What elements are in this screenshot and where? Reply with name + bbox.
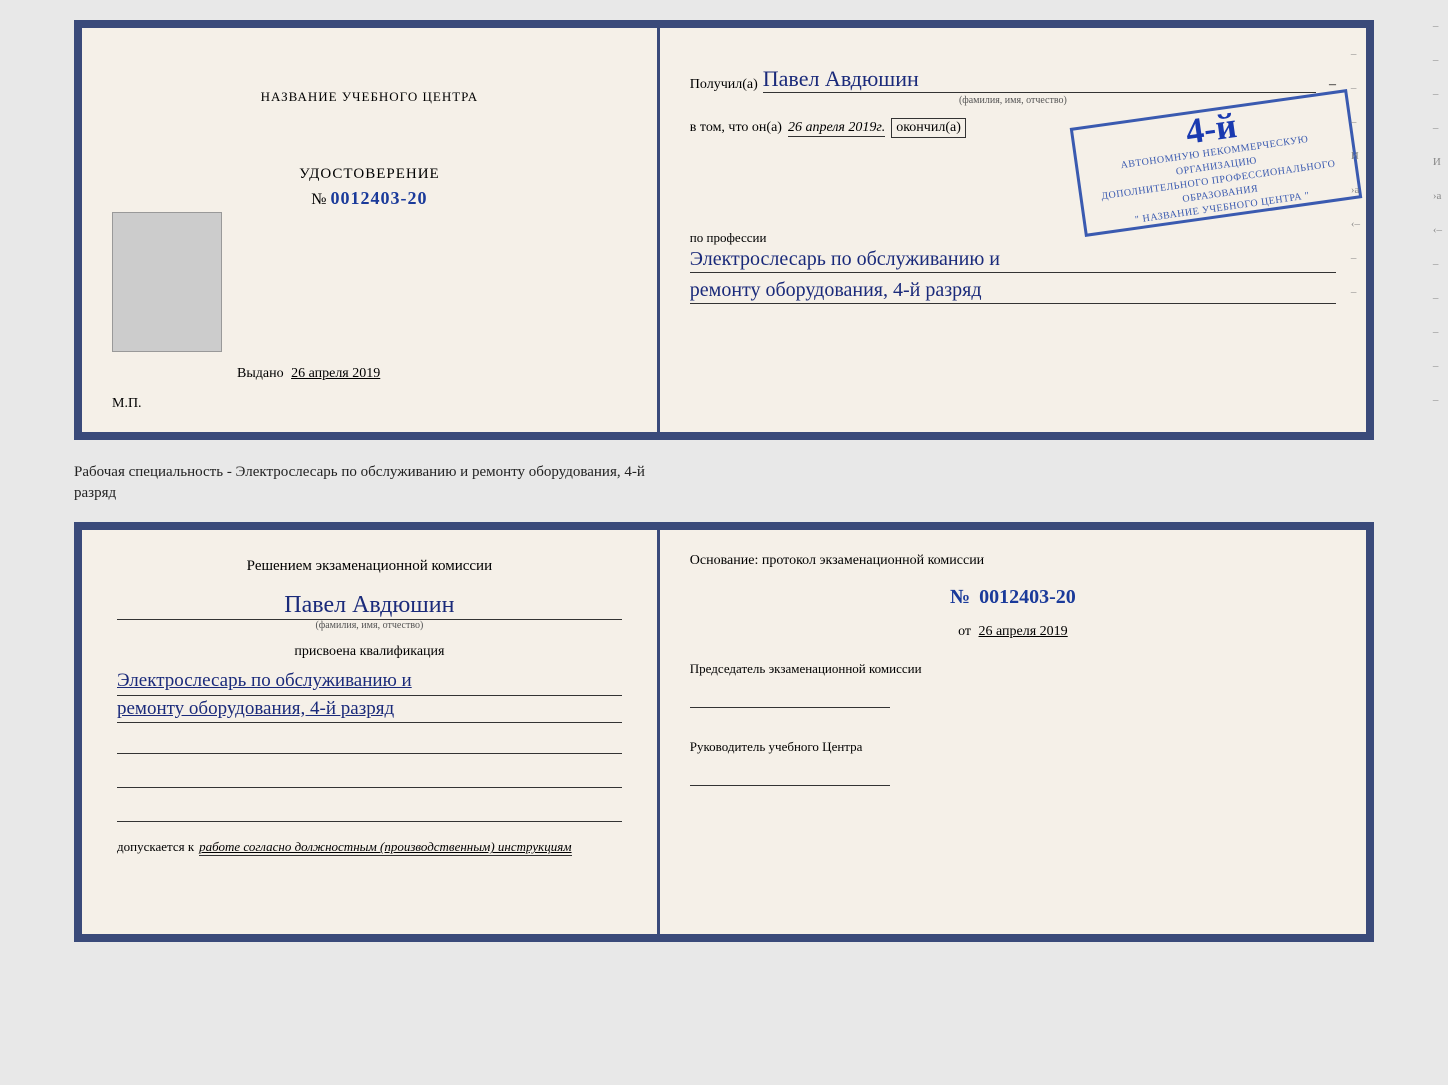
bottom-document: Решением экзаменационной комиссии Павел … bbox=[74, 522, 1374, 942]
top-center-title: НАЗВАНИЕ УЧЕБНОГО ЦЕНТРА bbox=[261, 88, 478, 106]
separator-text2: разряд bbox=[74, 485, 116, 501]
separator-text: Рабочая специальность - Электрослесарь п… bbox=[74, 464, 645, 480]
profession-block: по профессии Электрослесарь по обслужива… bbox=[690, 230, 1336, 304]
bottom-doc-right: Основание: протокол экзаменационной коми… bbox=[660, 530, 1366, 934]
qualification-section: Электрослесарь по обслуживанию и ремонту… bbox=[117, 668, 622, 723]
osnование-text: Основание: протокол экзаменационной коми… bbox=[690, 550, 1336, 571]
profession-label: по профессии bbox=[690, 230, 1336, 246]
stamp: 4-й АВТОНОМНУЮ НЕКОММЕРЧЕСКУЮ ОРГАНИЗАЦИ… bbox=[1070, 89, 1363, 237]
qualification-value1: Электрослесарь по обслуживанию и bbox=[117, 668, 622, 696]
recipient-name: Павел Авдюшин bbox=[763, 68, 1316, 93]
cert-number: 0012403-20 bbox=[331, 188, 428, 209]
blank-line-2 bbox=[117, 768, 622, 788]
ot-prefix: от bbox=[958, 624, 971, 639]
separator-label: Рабочая специальность - Электрослесарь п… bbox=[74, 456, 1374, 506]
protocol-prefix: № bbox=[950, 586, 970, 608]
protocol-number: № 0012403-20 bbox=[690, 586, 1336, 609]
commission-title: Решением экзаменационной комиссии bbox=[117, 555, 622, 578]
dopusk-line: допускается к работе согласно должностны… bbox=[117, 839, 622, 856]
protocol-num: 0012403-20 bbox=[979, 586, 1076, 608]
ot-line: от 26 апреля 2019 bbox=[690, 624, 1336, 640]
top-doc-right: Получил(а) Павел Авдюшин – (фамилия, имя… bbox=[660, 28, 1366, 432]
ot-date: 26 апреля 2019 bbox=[979, 624, 1068, 639]
bottom-doc-left: Решением экзаменационной комиссии Павел … bbox=[82, 530, 660, 934]
blank-line-3 bbox=[117, 802, 622, 822]
vtom-date: 26 апреля 2019г. bbox=[788, 120, 885, 137]
recipient-prefix: Получил(а) bbox=[690, 77, 758, 93]
bottom-right-edge-marks: – – – – И ›а ‹– – – – – – bbox=[1433, 20, 1442, 406]
recipient-section: Получил(а) Павел Авдюшин – (фамилия, имя… bbox=[690, 58, 1336, 106]
chairman-sig-line bbox=[690, 683, 890, 708]
cert-number-block: УДОСТОВЕРЕНИЕ № 0012403-20 bbox=[299, 166, 440, 209]
top-doc-left: НАЗВАНИЕ УЧЕБНОГО ЦЕНТРА УДОСТОВЕРЕНИЕ №… bbox=[82, 28, 660, 432]
dopusk-value: работе согласно должностным (производств… bbox=[199, 839, 571, 856]
top-document: НАЗВАНИЕ УЧЕБНОГО ЦЕНТРА УДОСТОВЕРЕНИЕ №… bbox=[74, 20, 1374, 440]
okoncil-label: окончил(а) bbox=[891, 118, 966, 138]
vtom-prefix: в том, что он(а) bbox=[690, 120, 782, 136]
head-label: Руководитель учебного Центра bbox=[690, 738, 1336, 756]
issued-line: Выдано 26 апреля 2019 bbox=[237, 366, 380, 382]
person-section: Павел Авдюшин (фамилия, имя, отчество) bbox=[117, 586, 622, 632]
profession-value2: ремонту оборудования, 4-й разряд bbox=[690, 277, 1336, 304]
mp-label: М.П. bbox=[112, 396, 142, 412]
assigned-label: присвоена квалификация bbox=[117, 644, 622, 660]
cert-prefix: № bbox=[311, 191, 326, 209]
person-sublabel: (фамилия, имя, отчество) bbox=[117, 620, 622, 631]
recipient-line: Получил(а) Павел Авдюшин – bbox=[690, 68, 1336, 93]
dopusk-prefix: допускается к bbox=[117, 839, 194, 855]
photo-placeholder bbox=[112, 212, 222, 352]
profession-value1: Электрослесарь по обслуживанию и bbox=[690, 246, 1336, 273]
chairman-block: Председатель экзаменационной комиссии bbox=[690, 660, 1336, 708]
person-name: Павел Авдюшин bbox=[117, 591, 622, 621]
qualification-value2: ремонту оборудования, 4-й разряд bbox=[117, 696, 622, 724]
head-block: Руководитель учебного Центра bbox=[690, 738, 1336, 786]
cert-label: УДОСТОВЕРЕНИЕ bbox=[299, 166, 440, 183]
issued-date: 26 апреля 2019 bbox=[291, 366, 380, 381]
issued-label: Выдано bbox=[237, 366, 284, 381]
chairman-label: Председатель экзаменационной комиссии bbox=[690, 660, 1336, 678]
blank-line-1 bbox=[117, 734, 622, 754]
right-edge-marks: – – – И ›а ‹– – – bbox=[1351, 48, 1360, 298]
head-sig-line bbox=[690, 761, 890, 786]
